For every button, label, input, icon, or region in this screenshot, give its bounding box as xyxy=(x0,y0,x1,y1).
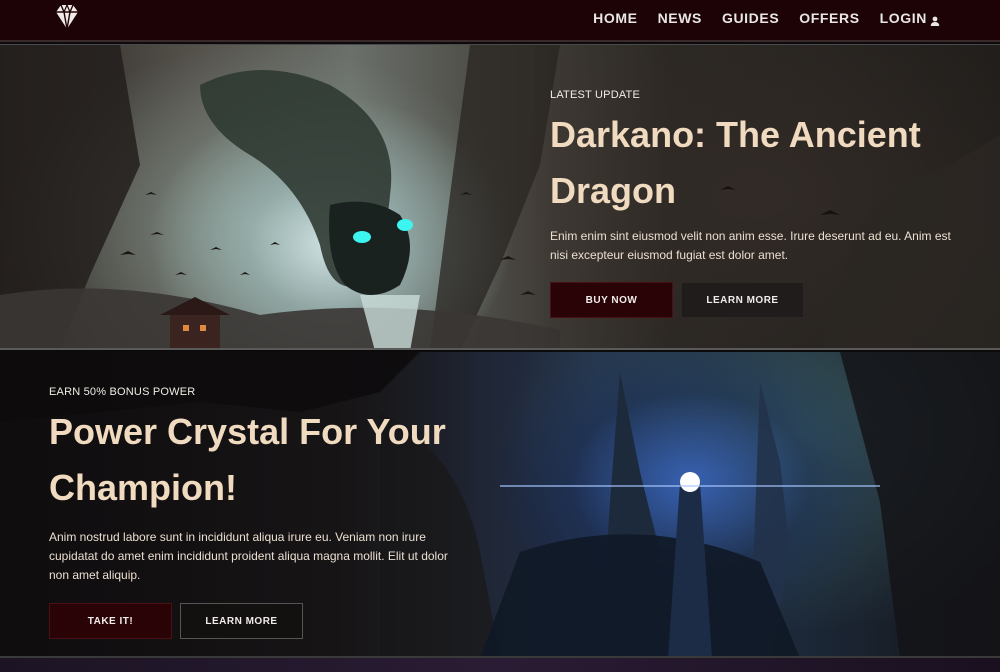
nav-offers[interactable]: OFFERS xyxy=(799,10,859,26)
hero-content: LATEST UPDATE Darkano: The Ancient Drago… xyxy=(550,89,960,318)
nav-home[interactable]: HOME xyxy=(593,10,637,26)
main-nav: HOME NEWS GUIDES OFFERS LOGIN xyxy=(593,0,940,36)
take-it-button[interactable]: TAKE IT! xyxy=(49,603,172,639)
nav-offers-label: OFFERS xyxy=(799,10,860,26)
diamond-gem-icon[interactable] xyxy=(52,3,82,31)
hero-content: EARN 50% BONUS POWER Power Crystal For Y… xyxy=(49,386,459,639)
next-section-preview xyxy=(0,658,1000,672)
user-icon xyxy=(930,13,940,26)
hero-title: Darkano: The Ancient Dragon xyxy=(550,114,921,211)
hero-eyebrow: LATEST UPDATE xyxy=(550,89,641,101)
nav-login[interactable]: LOGIN xyxy=(880,10,940,26)
buy-now-button[interactable]: BUY NOW xyxy=(550,282,673,318)
hero-description: Anim nostrud labore sunt in incididunt a… xyxy=(49,530,448,582)
learn-more-button[interactable]: LEARN MORE xyxy=(180,603,303,639)
hero-actions: BUY NOW LEARN MORE xyxy=(550,282,960,318)
hero-actions: TAKE IT! LEARN MORE xyxy=(49,603,459,639)
hero-banner-crystal: EARN 50% BONUS POWER Power Crystal For Y… xyxy=(0,352,1000,658)
learn-more-button[interactable]: LEARN MORE xyxy=(681,282,804,318)
hero-description: Enim enim sint eiusmod velit non anim es… xyxy=(550,229,951,262)
hero-eyebrow: EARN 50% BONUS POWER xyxy=(49,386,196,398)
nav-guides[interactable]: GUIDES xyxy=(722,10,779,26)
hero-banner-dragon: LATEST UPDATE Darkano: The Ancient Drago… xyxy=(0,44,1000,350)
nav-news-label: NEWS xyxy=(657,10,702,26)
nav-news[interactable]: NEWS xyxy=(658,10,702,26)
nav-login-label: LOGIN xyxy=(879,10,927,26)
nav-guides-label: GUIDES xyxy=(721,10,780,26)
nav-home-label: HOME xyxy=(593,10,638,26)
site-header: HOME NEWS GUIDES OFFERS LOGIN xyxy=(0,0,1000,42)
hero-title: Power Crystal For Your Champion! xyxy=(49,411,446,508)
